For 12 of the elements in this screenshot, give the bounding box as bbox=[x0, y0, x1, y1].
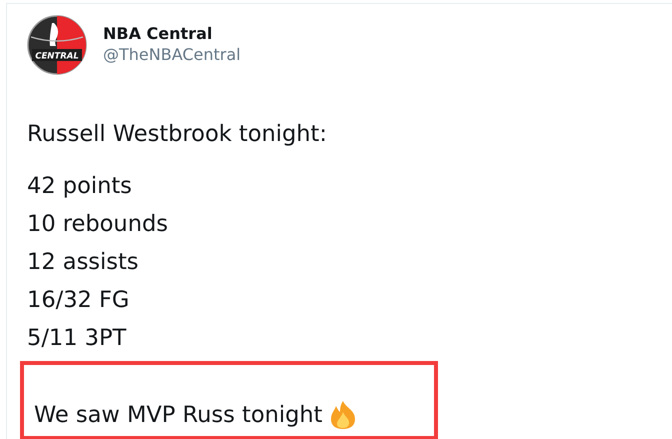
stat-line: 10 rebounds bbox=[27, 211, 168, 237]
stat-line: 5/11 3PT bbox=[27, 325, 126, 351]
author-name: NBA Central bbox=[103, 24, 214, 44]
stat-line: 42 points bbox=[27, 173, 132, 199]
tweet-text: We saw MVP Russ tonight bbox=[34, 400, 322, 430]
fire-icon bbox=[329, 400, 358, 430]
stat-line: 12 assists bbox=[27, 249, 139, 275]
author-handle: @TheNBACentral bbox=[103, 44, 241, 66]
tweet-text: Russell Westbrook tonight: bbox=[27, 121, 327, 147]
stat-line: 16/32 FG bbox=[27, 287, 130, 313]
avatar-label: CENTRAL bbox=[35, 52, 79, 62]
avatar-logo bbox=[27, 15, 87, 75]
